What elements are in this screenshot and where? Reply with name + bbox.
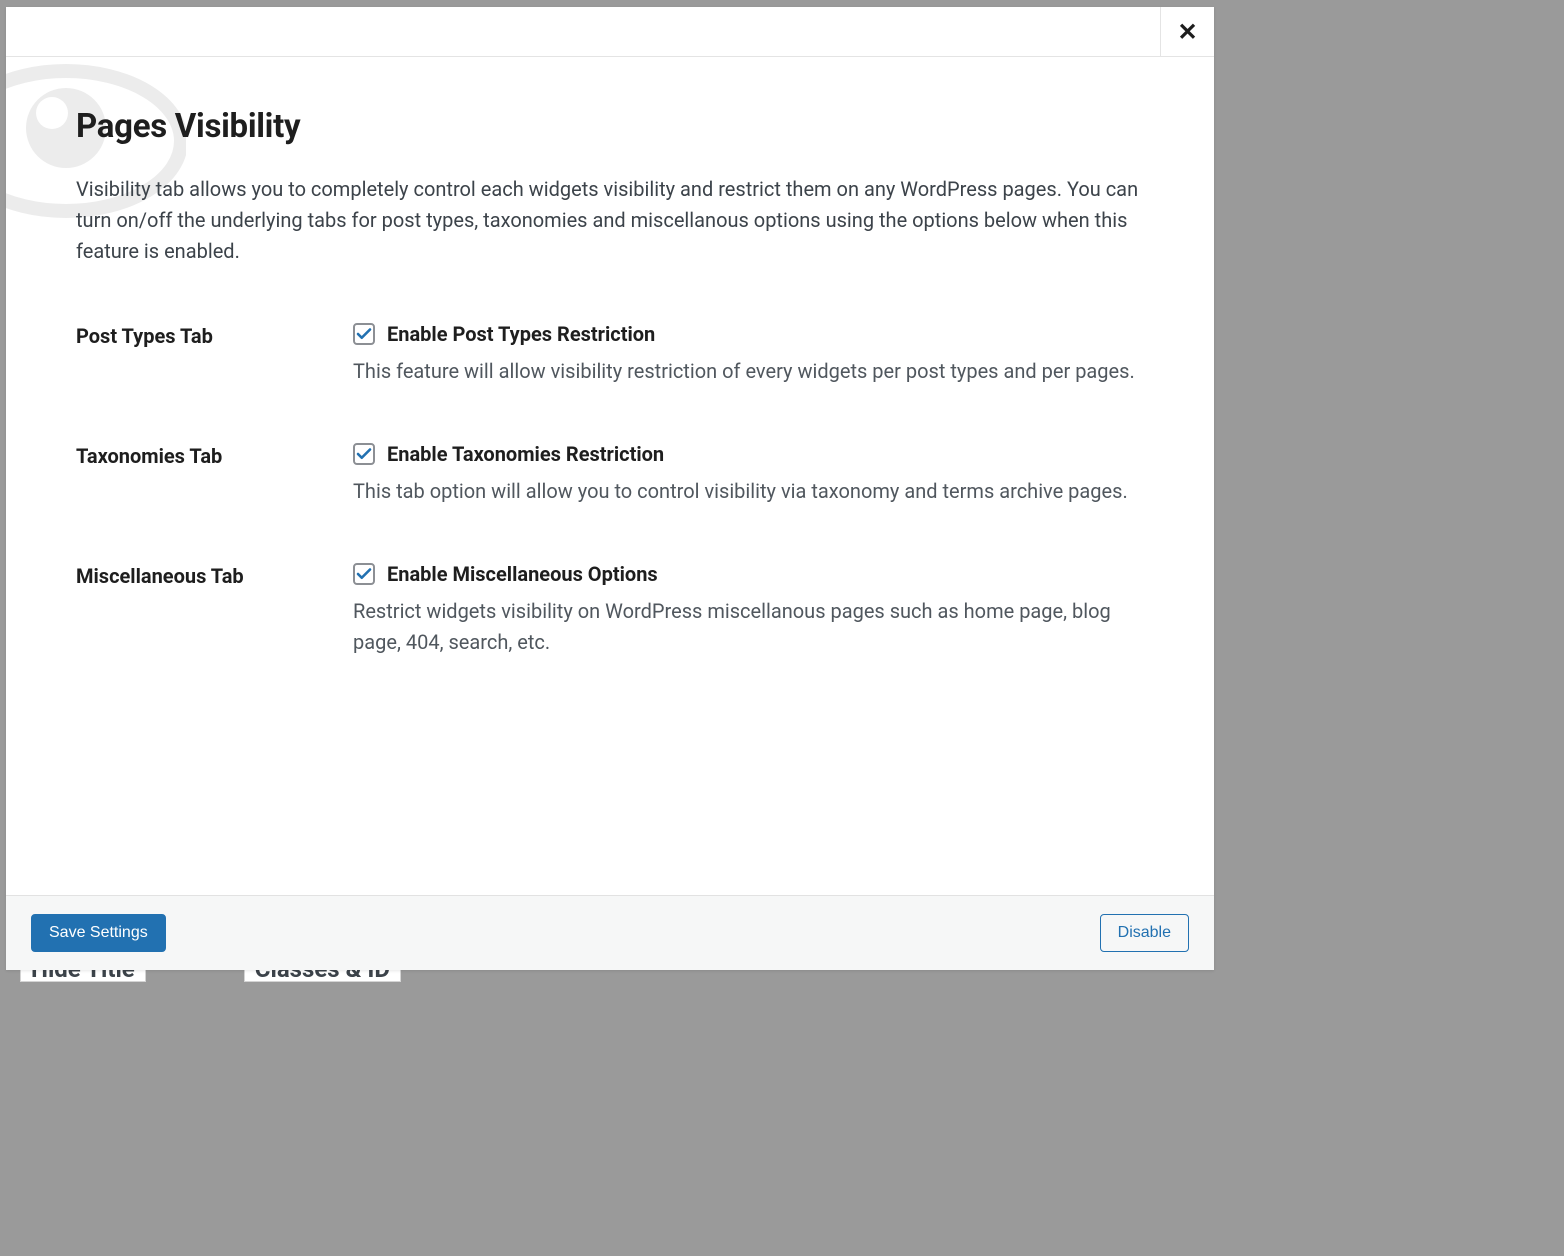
modal-header: ✕ — [6, 7, 1214, 57]
checkbox-post-types[interactable] — [353, 323, 375, 345]
save-button[interactable]: Save Settings — [31, 914, 166, 952]
checkbox-label: Enable Taxonomies Restriction — [387, 442, 664, 466]
modal-title: Pages Visibility — [76, 107, 1144, 146]
check-icon — [355, 565, 373, 583]
check-icon — [355, 325, 373, 343]
option-description: Restrict widgets visibility on WordPress… — [353, 596, 1144, 658]
option-post-types: Post Types Tab Enable Post Types Restric… — [76, 322, 1144, 387]
option-control: Enable Post Types Restriction This featu… — [353, 322, 1144, 387]
disable-button[interactable]: Disable — [1100, 914, 1189, 952]
modal-description: Visibility tab allows you to completely … — [76, 174, 1144, 267]
checkbox-label: Enable Miscellaneous Options — [387, 562, 658, 586]
checkbox-taxonomies[interactable] — [353, 443, 375, 465]
check-icon — [355, 445, 373, 463]
checkbox-miscellaneous[interactable] — [353, 563, 375, 585]
checkbox-row: Enable Miscellaneous Options — [353, 562, 1144, 586]
option-control: Enable Taxonomies Restriction This tab o… — [353, 442, 1144, 507]
option-miscellaneous: Miscellaneous Tab Enable Miscellaneous O… — [76, 562, 1144, 658]
modal-footer: Save Settings Disable — [6, 895, 1214, 970]
option-label: Taxonomies Tab — [76, 442, 353, 468]
modal-body: Pages Visibility Visibility tab allows y… — [6, 57, 1214, 895]
option-description: This feature will allow visibility restr… — [353, 356, 1144, 387]
option-taxonomies: Taxonomies Tab Enable Taxonomies Restric… — [76, 442, 1144, 507]
settings-modal: ✕ Pages Visibility Visibility tab allows… — [6, 7, 1214, 970]
close-icon: ✕ — [1177, 18, 1197, 46]
checkbox-row: Enable Post Types Restriction — [353, 322, 1144, 346]
option-label: Post Types Tab — [76, 322, 353, 348]
option-description: This tab option will allow you to contro… — [353, 476, 1144, 507]
checkbox-label: Enable Post Types Restriction — [387, 322, 655, 346]
modal-content: Pages Visibility Visibility tab allows y… — [76, 107, 1144, 658]
checkbox-row: Enable Taxonomies Restriction — [353, 442, 1144, 466]
option-label: Miscellaneous Tab — [76, 562, 353, 588]
close-button[interactable]: ✕ — [1160, 7, 1214, 56]
option-control: Enable Miscellaneous Options Restrict wi… — [353, 562, 1144, 658]
